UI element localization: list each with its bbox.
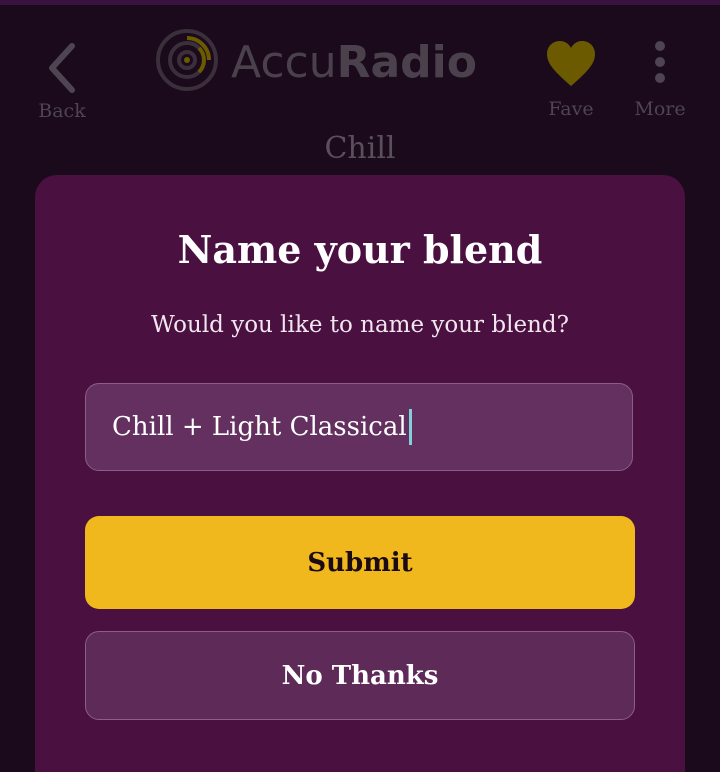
- text-caret: [408, 409, 412, 445]
- fave-label: Fave: [548, 98, 594, 120]
- name-blend-dialog: Name your blend Would you like to name y…: [35, 175, 685, 772]
- chevron-left-icon: [22, 40, 102, 96]
- back-label: Back: [38, 100, 86, 122]
- more-button[interactable]: More: [628, 40, 692, 130]
- blend-name-value: Chill + Light Classical: [112, 412, 407, 442]
- submit-button[interactable]: Submit: [85, 516, 635, 609]
- accuradio-logo: AccuRadio: [155, 27, 477, 97]
- logo-text: AccuRadio: [231, 37, 477, 88]
- dialog-subtitle: Would you like to name your blend?: [151, 312, 569, 338]
- logo-text-bold: Radio: [336, 36, 477, 88]
- header: Back AccuRadio Fave More Chill: [0, 5, 720, 175]
- heart-icon: [545, 41, 597, 92]
- dialog-title: Name your blend: [177, 227, 543, 272]
- fave-button[interactable]: Fave: [535, 40, 607, 130]
- station-title: Chill: [324, 131, 396, 166]
- blend-name-input[interactable]: Chill + Light Classical: [85, 383, 633, 471]
- radio-signal-icon: [155, 28, 219, 96]
- back-button[interactable]: Back: [22, 40, 102, 130]
- logo-text-light: Accu: [231, 36, 337, 88]
- no-thanks-button[interactable]: No Thanks: [85, 631, 635, 720]
- more-vertical-icon: [650, 41, 670, 92]
- more-label: More: [634, 98, 686, 120]
